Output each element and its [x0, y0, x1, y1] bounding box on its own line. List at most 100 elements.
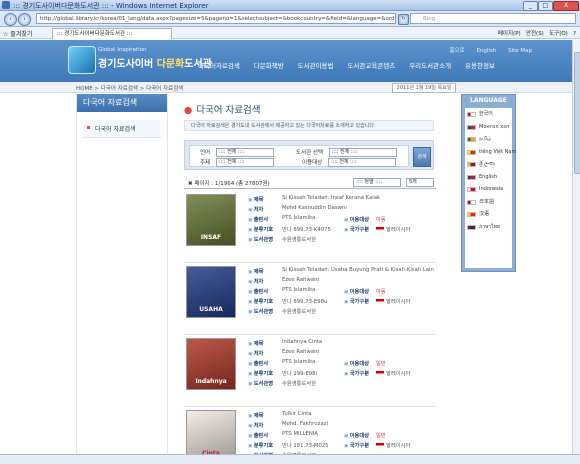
- top-link-sitemap[interactable]: Site Map: [508, 48, 532, 54]
- menu-help[interactable]: ?: [573, 31, 576, 37]
- book-country-text: 말레이시아: [386, 371, 411, 377]
- nav-item-usage[interactable]: 도서관이용법: [298, 60, 334, 70]
- page-size-select[interactable]: 5개: [406, 178, 434, 187]
- audience-label: 이용대상: [344, 359, 370, 367]
- vertical-scrollbar[interactable]: [572, 40, 580, 454]
- page-viewport: Global Inspiration 경기도사이버 다문화도서관 홈으로 Eng…: [0, 40, 572, 454]
- library-select[interactable]: :::: 전체 ::::: [328, 148, 397, 157]
- site-header: Global Inspiration 경기도사이버 다문화도서관 홈으로 Eng…: [0, 40, 572, 82]
- author-label: 저자: [248, 349, 264, 357]
- book-cover[interactable]: INSAF: [186, 194, 236, 246]
- subject-label: 주제: [200, 160, 211, 166]
- close-button[interactable]: X: [553, 1, 579, 11]
- language-item[interactable]: 日本語: [465, 196, 512, 209]
- language-item[interactable]: தமிழ்: [465, 133, 512, 146]
- date-display: 2011년 1월 19일 목요일: [392, 83, 456, 93]
- audience-select[interactable]: :::: 전체 ::::: [328, 158, 396, 167]
- publisher-label: 출판사: [248, 287, 269, 295]
- language-name: tiếng Việt Nam: [479, 148, 517, 155]
- title-label: 제목: [248, 195, 264, 203]
- library-label: 도서관 선택: [296, 150, 324, 156]
- book-title[interactable]: Tulkir Cinta: [282, 411, 312, 417]
- top-link-english[interactable]: English: [476, 48, 496, 54]
- refresh-icon[interactable]: ↻: [398, 14, 409, 25]
- book-cover[interactable]: Cinta: [186, 410, 236, 454]
- language-name: 한국어: [479, 111, 493, 117]
- book-meta: 제목 Si Kissah Teladan: Usaha Buyung Prati …: [248, 267, 434, 317]
- book-cover[interactable]: Indahnya: [186, 338, 236, 390]
- language-item[interactable]: tiếng Việt Nam: [465, 146, 516, 159]
- results-controls: :::: 정렬 :::: 5개: [353, 178, 434, 187]
- nav-item-search[interactable]: 다국어자료검색: [198, 60, 240, 70]
- audience-label: 이용대상: [344, 215, 370, 223]
- window-title: ::: 경기도사이버다문화도서관 ::: - Windows Internet …: [13, 2, 209, 10]
- forward-arrow-icon[interactable]: ›: [18, 13, 31, 26]
- page-title: ● 다국어 자료검색: [184, 102, 261, 116]
- sort-select[interactable]: :::: 정렬 ::::: [353, 178, 402, 187]
- nav-item-info[interactable]: 유용한정보: [465, 60, 495, 70]
- library-label: 도서관명: [248, 235, 274, 243]
- book-classification: 만나 899.73-E98u: [282, 299, 328, 305]
- search-button[interactable]: 검색: [413, 147, 431, 167]
- book-cover[interactable]: USAHA: [186, 266, 236, 318]
- book-meta: 제목 Si Kissah Teladan: Insaf Kerana Kalak 저…: [248, 195, 434, 245]
- language-item[interactable]: Монгол хэл: [465, 121, 512, 134]
- sidebar-item-multilingual-search[interactable]: 다국어 자료검색: [83, 120, 161, 138]
- book-author: Mohd. Fakhruzazi: [282, 421, 328, 427]
- book-country-text: 말레이시아: [386, 299, 411, 305]
- book-title[interactable]: Si Kissah Teladan: Insaf Kerana Kalak: [282, 195, 380, 201]
- book-meta: 제목 Tulkir Cinta 저자 Mohd. Fakhruzazi 출판사 PTS M…: [248, 411, 434, 454]
- search-input[interactable]: Bing: [410, 13, 576, 24]
- book-audience: 아동: [376, 289, 386, 295]
- status-bar: [0, 454, 580, 464]
- title-label: 제목: [248, 411, 264, 419]
- page-description: 다국어 자료검색은 경기도내 도서관에서 제공하고 있는 다국어자료를 소개하고…: [184, 120, 434, 131]
- library-logo[interactable]: [68, 46, 96, 74]
- favorites-button[interactable]: ☆ 즐겨찾기: [3, 29, 32, 38]
- language-name: ภาษาไทย: [479, 223, 500, 230]
- title-label: 제목: [248, 267, 264, 275]
- book-country: 말레이시아: [376, 225, 410, 233]
- language-item[interactable]: ภาษาไทย: [465, 221, 512, 234]
- subject-select[interactable]: :::: 전체 ::::: [215, 158, 274, 167]
- book-audience: 아동: [376, 217, 386, 223]
- brand-name[interactable]: 경기도사이버 다문화도서관: [98, 55, 212, 70]
- browser-tab[interactable]: ::: 경기도사이버다문화도서관 :::: [52, 28, 172, 39]
- maximize-button[interactable]: □: [538, 1, 553, 11]
- language-item[interactable]: 汉语: [465, 208, 512, 221]
- flag-icon: [467, 124, 476, 130]
- language-heading: LANGUAGE: [470, 97, 507, 104]
- book-title[interactable]: Si Kissah Teladan: Usaha Buyung Prati & …: [282, 267, 434, 273]
- author-label: 저자: [248, 421, 264, 429]
- url-field[interactable]: http://global.library.kr/korea/01_lang/d…: [36, 13, 396, 24]
- classification-label: 분류기호: [248, 297, 274, 305]
- scrollbar-thumb[interactable]: [574, 52, 580, 174]
- search-panel-inner: 언어 :::: 전체 :::: 주제 :::: 전체 :::: 도서관 선택 :…: [189, 145, 409, 167]
- minimize-button[interactable]: _: [523, 1, 538, 11]
- country-label: 국가구분: [344, 441, 370, 449]
- publisher-label: 출판사: [248, 215, 269, 223]
- book-audience: 일반: [376, 433, 386, 439]
- left-sidebar: 다국어 자료검색 다국어 자료검색: [76, 94, 168, 454]
- menu-tools[interactable]: 도구(O): [549, 31, 568, 37]
- book-library: 수원영통도서관: [282, 381, 317, 387]
- book-library: 수원영통도서관: [282, 309, 317, 315]
- language-select[interactable]: :::: 전체 ::::: [215, 148, 274, 157]
- language-name: 日本語: [479, 198, 495, 205]
- flag-icon: [467, 212, 476, 217]
- language-item[interactable]: 한국어: [465, 108, 512, 121]
- nav-item-education[interactable]: 도서관교육콘텐츠: [347, 60, 395, 70]
- publisher-label: 출판사: [248, 431, 269, 439]
- language-item[interactable]: ශ්‍රී ලංකා: [465, 158, 512, 171]
- book-title[interactable]: Indahnya Cinta: [282, 339, 322, 345]
- nav-item-about[interactable]: 우리도서관소개: [409, 60, 451, 70]
- menu-safety[interactable]: 안전(S): [526, 31, 544, 37]
- flag-icon: [467, 187, 476, 192]
- top-link-home[interactable]: 홈으로: [450, 48, 465, 54]
- menu-page[interactable]: 페이지(P): [498, 31, 521, 37]
- language-item[interactable]: English: [465, 171, 512, 184]
- back-arrow-icon[interactable]: ‹: [4, 13, 17, 26]
- nav-item-bookstore[interactable]: 다문화책방: [254, 60, 284, 70]
- language-item[interactable]: Indonesia: [465, 183, 512, 196]
- language-name: Монгол хэл: [479, 123, 510, 130]
